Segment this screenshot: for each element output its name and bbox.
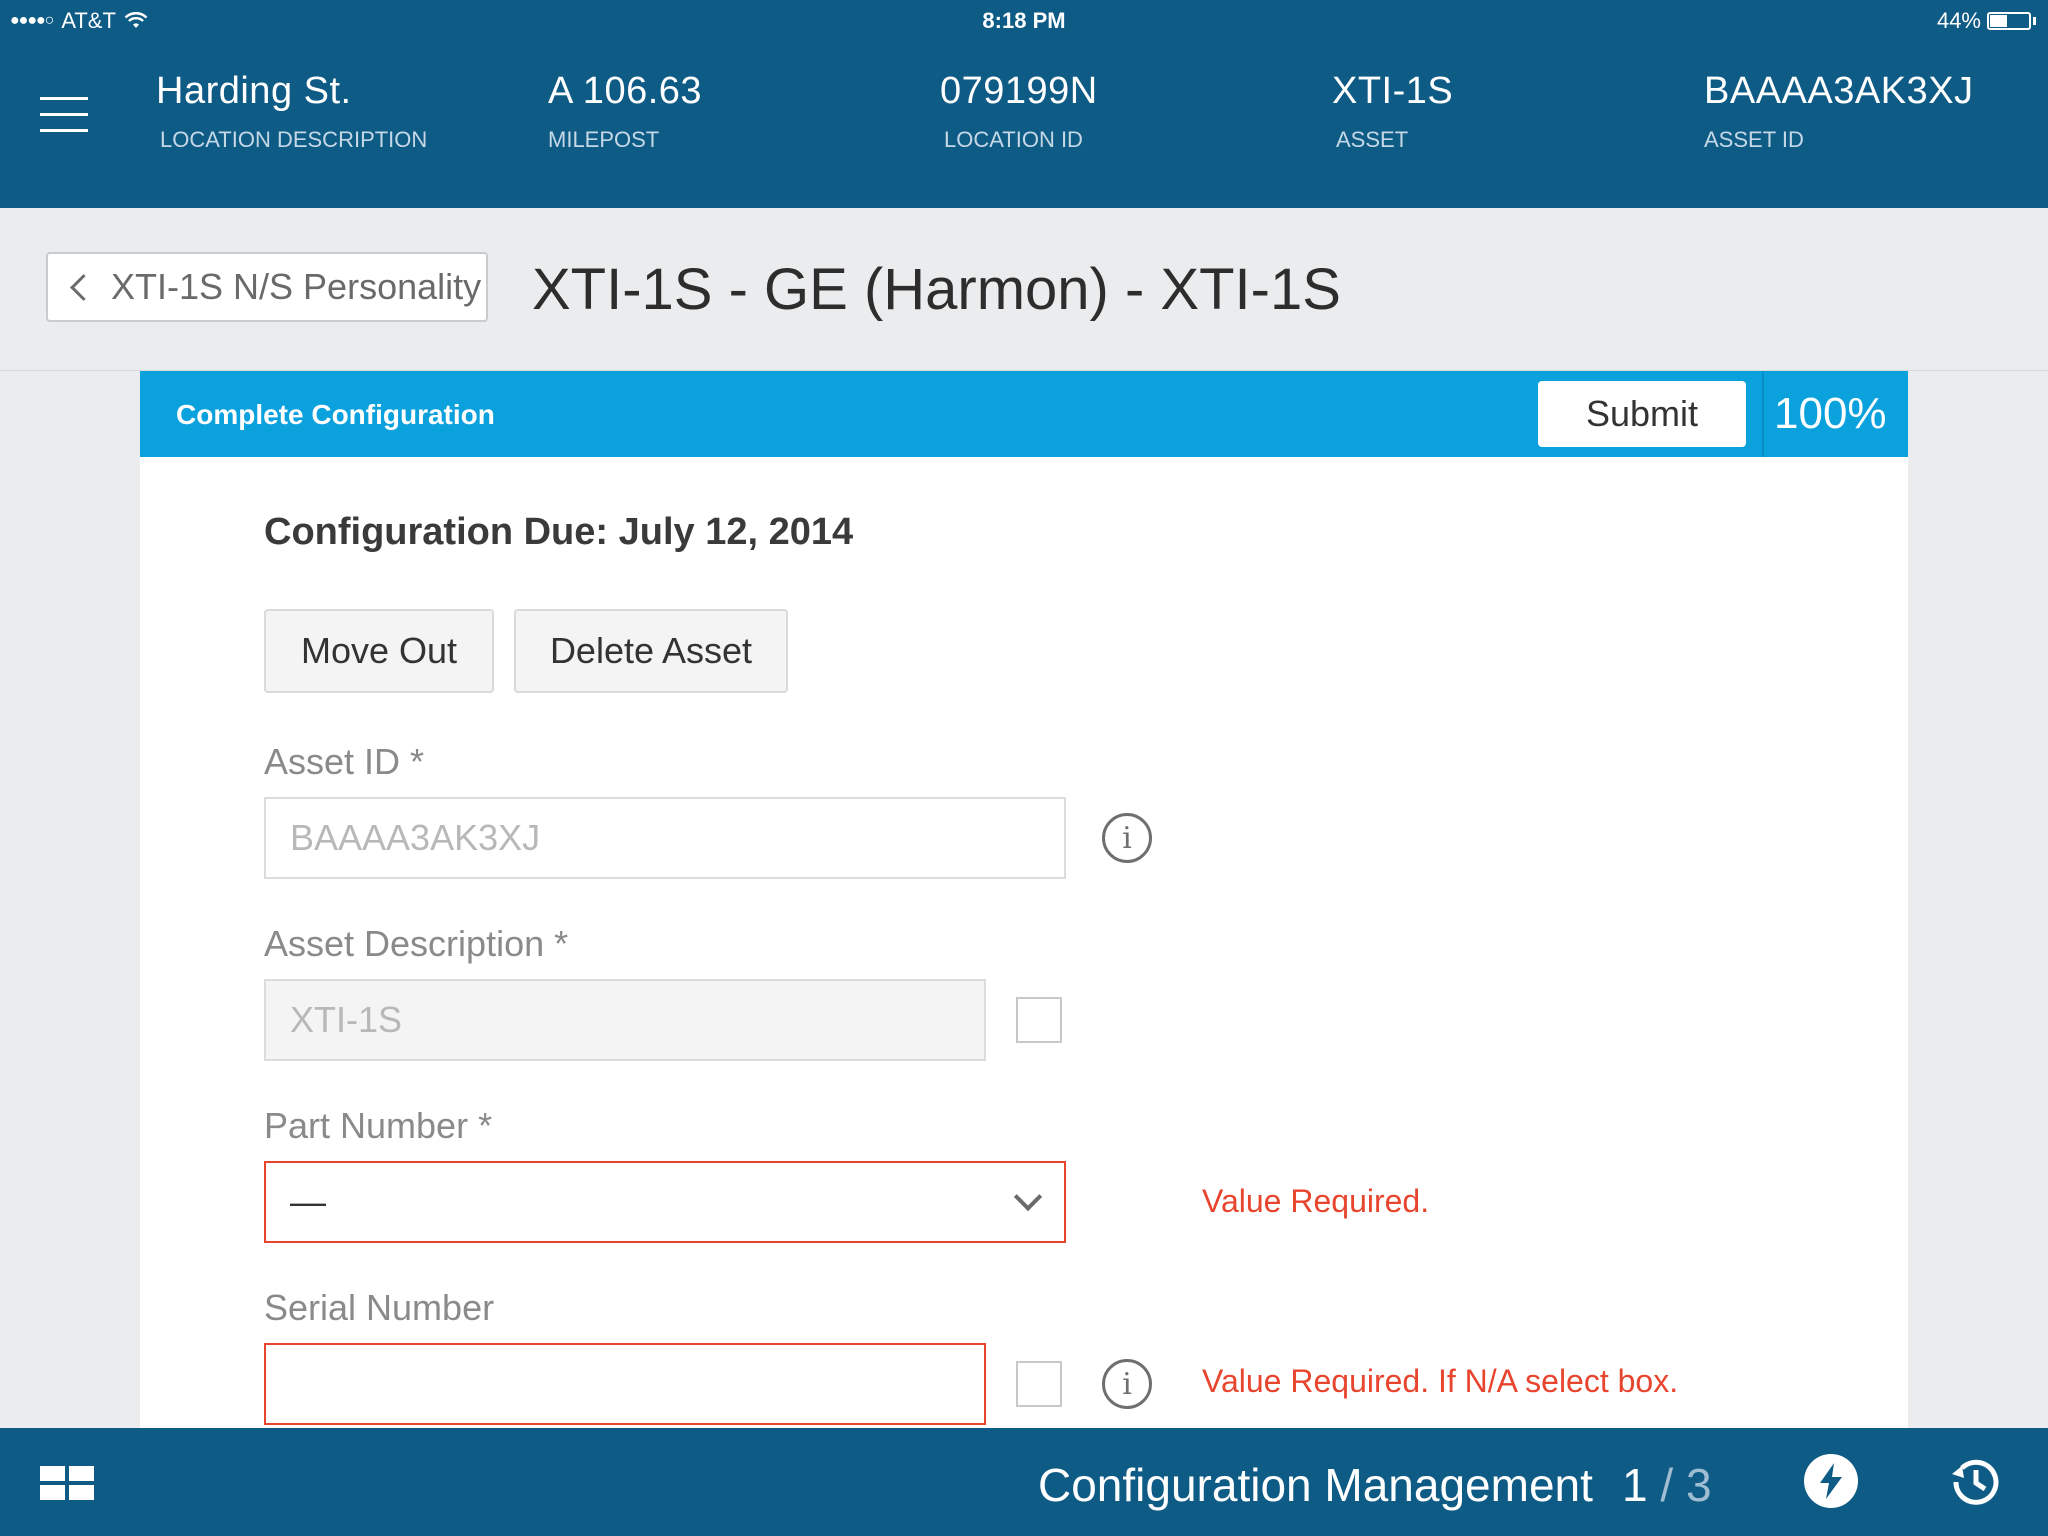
part-number-select[interactable]: — <box>264 1161 1066 1243</box>
battery-percent: 44% <box>1936 8 1981 33</box>
location-id-label: LOCATION ID <box>944 127 1083 152</box>
asset-description-field[interactable]: XTI-1S <box>264 979 986 1061</box>
part-number-error: Value Required. <box>1202 1183 1430 1219</box>
configuration-card: Complete Configuration Submit 100% Confi… <box>140 371 1908 1431</box>
move-out-button[interactable]: Move Out <box>264 609 494 693</box>
part-number-value: — <box>290 1181 326 1222</box>
milepost-value: A 106.63 <box>548 70 703 112</box>
title-bar: XTI-1S N/S Personality XTI-1S - GE (Harm… <box>0 208 2048 371</box>
asset-id: BAAAA3AK3XJ ASSET ID <box>1704 70 1974 153</box>
part-number-field-label: Part Number * <box>264 1105 493 1146</box>
clock: 8:18 PM <box>982 8 1066 33</box>
configuration-bar: Complete Configuration Submit 100% <box>140 371 1908 457</box>
asset-id-label: ASSET ID <box>1704 127 1804 152</box>
asset: XTI-1S ASSET <box>1332 70 1453 153</box>
status-bar: ●●●●○ AT&T 8:18 PM 44% <box>0 0 2048 40</box>
page-title: XTI-1S - GE (Harmon) - XTI-1S <box>532 257 1341 322</box>
configuration-title: Complete Configuration <box>176 399 495 430</box>
delete-asset-button[interactable]: Delete Asset <box>514 609 788 693</box>
history-icon[interactable] <box>1946 1452 2006 1512</box>
menu-icon[interactable] <box>40 97 88 135</box>
serial-number-field-label: Serial Number <box>264 1287 495 1328</box>
configuration-due: Configuration Due: July 12, 2014 <box>264 511 854 553</box>
asset-id-field-label: Asset ID * <box>264 741 425 782</box>
battery-icon <box>1987 12 2031 30</box>
footer-bar: Configuration Management 1 / 3 <box>0 1428 2048 1536</box>
asset-label: ASSET <box>1336 127 1409 152</box>
chevron-left-icon <box>70 273 97 301</box>
asset-id-info-icon[interactable]: i <box>1102 813 1152 863</box>
footer-title: Configuration Management <box>1038 1459 1593 1511</box>
bolt-icon[interactable] <box>1804 1454 1858 1508</box>
asset-description-na-checkbox[interactable] <box>1016 997 1062 1043</box>
back-button-label: XTI-1S N/S Personality <box>111 266 482 307</box>
location-description-value: Harding St. <box>156 70 352 112</box>
asset-description-field-label: Asset Description * <box>264 923 569 964</box>
asset-value: XTI-1S <box>1332 70 1454 112</box>
serial-number-error: Value Required. If N/A select box. <box>1202 1363 1679 1399</box>
grid-icon[interactable] <box>40 1466 94 1500</box>
page-total: 3 <box>1685 1459 1712 1511</box>
chevron-down-icon <box>1013 1182 1043 1212</box>
page-indicator: 1 / 3 <box>1622 1458 1712 1512</box>
location-description: Harding St. LOCATION DESCRIPTION <box>156 70 427 153</box>
location-id: 079199N LOCATION ID <box>940 70 1098 153</box>
milepost-label: MILEPOST <box>548 127 660 152</box>
submit-button[interactable]: Submit <box>1538 381 1746 447</box>
location-description-label: LOCATION DESCRIPTION <box>160 127 428 152</box>
serial-number-info-icon[interactable]: i <box>1102 1359 1152 1409</box>
serial-number-field[interactable] <box>264 1343 986 1425</box>
progress-percent: 100% <box>1774 389 1887 438</box>
page-separator: / <box>1647 1459 1686 1511</box>
serial-number-na-checkbox[interactable] <box>1016 1361 1062 1407</box>
asset-id-value: BAAAA3AK3XJ <box>1704 70 1974 112</box>
location-id-value: 079199N <box>940 70 1098 112</box>
page-current: 1 <box>1622 1459 1648 1511</box>
asset-id-field[interactable]: BAAAA3AK3XJ <box>264 797 1066 879</box>
asset-header: Harding St. LOCATION DESCRIPTION A 106.6… <box>0 40 2048 208</box>
back-button[interactable]: XTI-1S N/S Personality <box>46 252 488 322</box>
milepost: A 106.63 MILEPOST <box>548 70 702 153</box>
battery-status: 44% <box>1937 8 2036 34</box>
